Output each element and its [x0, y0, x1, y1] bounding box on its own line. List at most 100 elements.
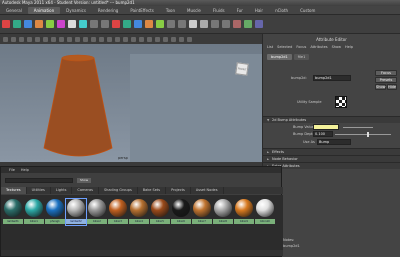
hypershade-tab-asset-nodes[interactable]: Asset Nodes [191, 187, 224, 194]
attr-tab-bump2d1[interactable]: bump2d1 [267, 54, 292, 60]
shelf-tool-icon[interactable] [24, 20, 32, 28]
panel-tool-icon[interactable] [91, 36, 96, 42]
material-swatch[interactable]: blinn4 [129, 199, 149, 225]
panel-tool-icon[interactable] [139, 36, 144, 42]
bump-depth-slider-knob[interactable] [367, 132, 369, 137]
menu-tab-hair[interactable]: Hair [249, 7, 269, 14]
panel-tool-icon[interactable] [75, 36, 80, 42]
material-swatch[interactable]: blinn10 [255, 199, 275, 225]
menu-tab-general[interactable]: General [0, 7, 28, 14]
shelf-tool-icon[interactable] [90, 20, 98, 28]
shelf-tool-icon[interactable] [145, 20, 153, 28]
viewport-3d[interactable]: persp [0, 44, 262, 162]
shelf-tool-icon[interactable] [134, 20, 142, 28]
panel-tool-icon[interactable] [11, 36, 16, 42]
panel-tool-icon[interactable] [3, 36, 8, 42]
shelf-tool-icon[interactable] [244, 20, 252, 28]
shelf-tool-icon[interactable] [255, 20, 263, 28]
hide-button[interactable]: Hide [387, 84, 397, 90]
shelf-tool-icon[interactable] [101, 20, 109, 28]
panel-tool-icon[interactable] [171, 36, 176, 42]
bump-depth-slider[interactable] [335, 134, 391, 135]
section-extra-attributes[interactable]: ►Extra Attributes [263, 162, 400, 169]
use-as-dropdown[interactable]: Bump [317, 139, 351, 145]
presets-button[interactable]: Presets [375, 77, 397, 83]
material-swatch[interactable]: blinn3 [108, 199, 128, 225]
section-node-behavior[interactable]: ► Node Behavior [263, 155, 400, 162]
menu-tab-animation[interactable]: Animation [27, 6, 61, 14]
material-swatch[interactable]: blinn6 [171, 199, 191, 225]
bump-value-field[interactable] [313, 124, 339, 130]
material-swatch[interactable]: blinn7 [192, 199, 212, 225]
shelf-tool-icon[interactable] [123, 20, 131, 28]
attr-tab-file1[interactable]: file1 [293, 54, 310, 60]
shelf-tool-icon[interactable] [156, 20, 164, 28]
material-swatch[interactable]: blinn2 [87, 199, 107, 225]
panel-tool-icon[interactable] [187, 36, 192, 42]
panel-tool-icon[interactable] [19, 36, 24, 42]
shelf-tool-icon[interactable] [57, 20, 65, 28]
attr-menu-help[interactable]: Help [345, 45, 353, 49]
panel-tool-icon[interactable] [155, 36, 160, 42]
lampshade-mesh[interactable] [44, 58, 112, 156]
show-button[interactable]: Show [375, 84, 386, 90]
panel-tool-icon[interactable] [67, 36, 72, 42]
shelf-tool-icon[interactable] [178, 20, 186, 28]
hypershade-tab-lights[interactable]: Lights [51, 187, 73, 194]
panel-tool-icon[interactable] [163, 36, 168, 42]
shelf-tool-icon[interactable] [233, 20, 241, 28]
panel-tool-icon[interactable] [115, 36, 120, 42]
shelf-tool-icon[interactable] [222, 20, 230, 28]
material-swatch[interactable]: blinn1 [24, 199, 44, 225]
hypershade-tab-projects[interactable]: Projects [166, 187, 191, 194]
menu-tab-dynamics[interactable]: Dynamics [60, 7, 92, 14]
attr-menu-show[interactable]: Show [332, 45, 341, 49]
panel-tool-icon[interactable] [43, 36, 48, 42]
material-swatch[interactable]: phong1 [45, 199, 65, 225]
menu-tab-custom[interactable]: Custom [294, 7, 321, 14]
hypershade-tab-cameras[interactable]: Cameras [72, 187, 99, 194]
attr-menu-focus[interactable]: Focus [296, 45, 306, 49]
node-name-field[interactable]: bump2d1 [313, 75, 351, 81]
hypershade-tab-bake-sets[interactable]: Bake Sets [138, 187, 167, 194]
panel-tool-icon[interactable] [147, 36, 152, 42]
panel-tool-icon[interactable] [179, 36, 184, 42]
panel-tool-icon[interactable] [35, 36, 40, 42]
hypershade-tab-shading-groups[interactable]: Shading Groups [99, 187, 138, 194]
panel-tool-icon[interactable] [107, 36, 112, 42]
shelf-tool-icon[interactable] [189, 20, 197, 28]
hypershade-tab-utilities[interactable]: Utilities [27, 187, 51, 194]
shelf-tool-icon[interactable] [211, 20, 219, 28]
menu-tab-rendering[interactable]: Rendering [92, 7, 124, 14]
menu-tab-ncloth[interactable]: nCloth [269, 7, 294, 14]
menu-tab-toon[interactable]: Toon [160, 7, 181, 14]
shelf-tool-icon[interactable] [79, 20, 87, 28]
panel-tool-icon[interactable] [59, 36, 64, 42]
menu-tab-painteffects[interactable]: PaintEffects [124, 7, 160, 14]
material-swatch[interactable]: blinn8 [213, 199, 233, 225]
hypershade-tab-textures[interactable]: Textures [1, 187, 27, 194]
hypershade-menu-file[interactable]: File [9, 167, 15, 173]
hypershade-show-button[interactable]: Show [77, 178, 91, 183]
shelf-tool-icon[interactable] [2, 20, 10, 28]
focus-button[interactable]: Focus [375, 70, 397, 76]
section-2d-bump[interactable]: ▼ 2d Bump Attributes [263, 116, 400, 123]
attr-menu-attributes[interactable]: Attributes [310, 45, 327, 49]
shelf-tool-icon[interactable] [200, 20, 208, 28]
shelf-tool-icon[interactable] [112, 20, 120, 28]
hypershade-menu-help[interactable]: Help [21, 167, 29, 173]
panel-tool-icon[interactable] [99, 36, 104, 42]
material-swatch[interactable]: blinn9 [234, 199, 254, 225]
shelf-tool-icon[interactable] [46, 20, 54, 28]
shelf-tool-icon[interactable] [167, 20, 175, 28]
material-swatch[interactable]: blinn5 [150, 199, 170, 225]
material-swatch[interactable]: lambert2 [65, 198, 87, 226]
attr-menu-selected[interactable]: Selected [277, 45, 292, 49]
material-swatch[interactable]: lambert1 [3, 199, 23, 225]
menu-tab-muscle[interactable]: Muscle [181, 7, 207, 14]
shelf-tool-icon[interactable] [35, 20, 43, 28]
menu-tab-fur[interactable]: Fur [231, 7, 249, 14]
hypershade-search-input[interactable] [5, 178, 73, 183]
hypershade-scrollbar[interactable] [1, 250, 283, 256]
menu-tab-fluids[interactable]: Fluids [207, 7, 231, 14]
